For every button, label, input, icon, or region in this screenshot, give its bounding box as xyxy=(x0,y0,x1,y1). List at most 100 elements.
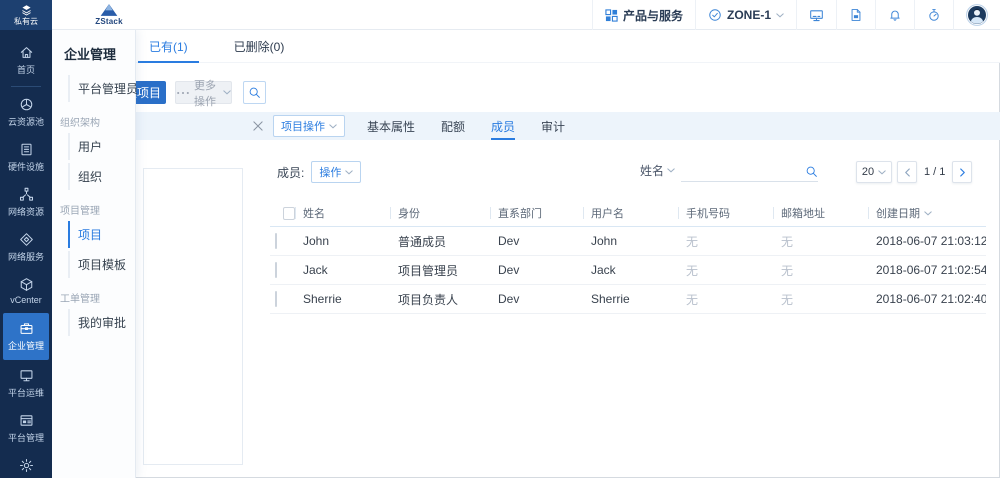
zstack-app-window: 私有云 ZStack 产品与服务 ZONE-1 xyxy=(0,0,1000,478)
cell-phone: 无 xyxy=(678,233,773,250)
zone-selector[interactable]: ZONE-1 xyxy=(695,0,796,30)
sidebar-item-label: 首页 xyxy=(17,63,35,76)
column-header-name[interactable]: 姓名 xyxy=(295,200,390,226)
column-header-email[interactable]: 邮箱地址 xyxy=(773,200,868,226)
sidebar-item-cloud-pool[interactable]: 云资源池 xyxy=(3,91,49,134)
sidebar-item-settings[interactable]: 设置 xyxy=(3,452,49,478)
detail-tab-quota[interactable]: 配额 xyxy=(441,112,465,140)
flyout-item-platform-admin[interactable]: 平台管理员 xyxy=(68,75,135,102)
select-all-checkbox[interactable] xyxy=(283,207,295,220)
sidebar-item-network-services[interactable]: 网络服务 xyxy=(3,226,49,269)
history-clock-icon xyxy=(927,8,941,22)
cell-phone: 无 xyxy=(678,262,773,279)
hardware-icon xyxy=(19,142,34,157)
page-size-value: 20 xyxy=(862,166,874,178)
member-actions-label: 操作 xyxy=(319,164,341,180)
more-actions-button[interactable]: 更多操作 xyxy=(175,81,232,104)
column-header-label: 创建日期 xyxy=(876,205,920,221)
flyout-item-my-approvals[interactable]: 我的审批 xyxy=(68,309,135,336)
page-size-select[interactable]: 20 xyxy=(856,161,892,183)
products-services-label: 产品与服务 xyxy=(623,7,683,24)
topbar-right: 产品与服务 ZONE-1 xyxy=(592,0,1000,30)
zone-label: ZONE-1 xyxy=(727,8,771,22)
detail-tabbar: 基本属性配额成员审计 xyxy=(367,112,565,140)
layers-icon xyxy=(20,4,33,17)
detail-tab-members[interactable]: 成员 xyxy=(491,112,515,140)
column-header-created[interactable]: 创建日期 xyxy=(868,200,986,226)
cell-username: John xyxy=(583,234,678,248)
sidebar-item-platform-ops[interactable]: 平台运维 xyxy=(3,362,49,405)
prev-page-button[interactable] xyxy=(897,161,917,183)
member-actions-button[interactable]: 操作 xyxy=(311,161,361,183)
cell-created: 2018-06-07 21:03:12 xyxy=(868,234,986,248)
column-header-label: 姓名 xyxy=(303,205,325,221)
chevron-down-icon xyxy=(223,90,231,95)
close-detail-button[interactable] xyxy=(252,120,264,132)
row-select-cell xyxy=(270,263,295,277)
documents-button[interactable] xyxy=(836,0,875,30)
search-input-line xyxy=(681,161,818,182)
search-category-selector[interactable]: 姓名 xyxy=(640,162,675,182)
notifications-button[interactable] xyxy=(875,0,914,30)
sidebar-item-label: 企业管理 xyxy=(8,339,44,352)
column-header-username[interactable]: 用户名 xyxy=(583,200,678,226)
row-checkbox[interactable] xyxy=(275,233,277,249)
chevron-down-icon xyxy=(345,170,353,175)
history-button[interactable] xyxy=(914,0,953,30)
cell-email: 无 xyxy=(773,262,868,279)
zstack-logo[interactable]: ZStack xyxy=(84,3,134,26)
console-button[interactable] xyxy=(796,0,836,30)
home-icon xyxy=(19,45,34,60)
chevron-down-icon xyxy=(878,170,886,175)
cell-name: John xyxy=(295,234,390,248)
pagination: 20 1 / 1 xyxy=(856,161,972,183)
flyout-item-users[interactable]: 用户 xyxy=(68,133,135,160)
tab-existing[interactable]: 已有(1) xyxy=(146,30,191,62)
zstack-logo-text: ZStack xyxy=(95,17,122,26)
chevron-down-icon xyxy=(776,13,784,18)
table-row[interactable]: Jack项目管理员DevJack无无2018-06-07 21:02:54 xyxy=(270,256,986,285)
flyout-item-project-templates[interactable]: 项目模板 xyxy=(68,251,135,278)
column-header-role[interactable]: 身份 xyxy=(390,200,490,226)
cell-email: 无 xyxy=(773,233,868,250)
cell-phone: 无 xyxy=(678,291,773,308)
sidebar-item-network-resources[interactable]: 网络资源 xyxy=(3,181,49,224)
netsvc-icon xyxy=(19,232,34,247)
next-page-button[interactable] xyxy=(952,161,972,183)
search-category-label: 姓名 xyxy=(640,162,664,179)
member-search-input[interactable] xyxy=(681,161,818,181)
user-avatar[interactable] xyxy=(953,0,1000,30)
brand-private-cloud[interactable]: 私有云 xyxy=(0,0,52,30)
sidebar-item-platform-mgmt[interactable]: 平台管理 xyxy=(3,407,49,450)
column-header-department[interactable]: 直系部门 xyxy=(490,200,583,226)
flyout-menu: 企业管理 平台管理员组织架构用户组织项目管理项目项目模板工单管理我的审批 xyxy=(52,30,136,478)
detail-tab-audit[interactable]: 审计 xyxy=(541,112,565,140)
flyout-group-label: 组织架构 xyxy=(60,114,135,129)
project-actions-button[interactable]: 项目操作 xyxy=(273,115,345,137)
sidebar-item-label: 网络资源 xyxy=(8,205,44,218)
more-actions-label: 更多操作 xyxy=(194,77,219,109)
sidebar-item-hardware[interactable]: 硬件设施 xyxy=(3,136,49,179)
cell-username: Sherrie xyxy=(583,292,678,306)
table-row[interactable]: Sherrie项目负责人DevSherrie无无2018-06-07 21:02… xyxy=(270,285,986,314)
search-icon[interactable] xyxy=(805,165,818,178)
column-header-label: 邮箱地址 xyxy=(781,205,825,221)
column-header-phone[interactable]: 手机号码 xyxy=(678,200,773,226)
sidebar-item-label: 硬件设施 xyxy=(8,160,44,173)
sidebar-item-vcenter[interactable]: vCenter xyxy=(3,271,49,311)
flyout-item-projects[interactable]: 项目 xyxy=(68,221,135,248)
list-view-tabbar: 已有(1) 已删除(0) xyxy=(136,30,1000,63)
flyout-item-organization[interactable]: 组织 xyxy=(68,163,135,190)
sidebar-item-home[interactable]: 首页 xyxy=(3,39,49,82)
cell-role: 项目管理员 xyxy=(390,262,490,279)
row-checkbox[interactable] xyxy=(275,291,277,307)
table-row[interactable]: John普通成员DevJohn无无2018-06-07 21:03:12 xyxy=(270,227,986,256)
row-checkbox[interactable] xyxy=(275,262,277,278)
search-button[interactable] xyxy=(243,81,266,104)
brand-label: 私有云 xyxy=(14,17,38,26)
detail-tab-basic[interactable]: 基本属性 xyxy=(367,112,415,140)
products-services-button[interactable]: 产品与服务 xyxy=(592,0,695,30)
tab-deleted[interactable]: 已删除(0) xyxy=(231,30,288,62)
sidebar-item-enterprise-mgmt[interactable]: 企业管理 xyxy=(3,313,49,360)
members-section-label: 成员: xyxy=(277,164,304,181)
